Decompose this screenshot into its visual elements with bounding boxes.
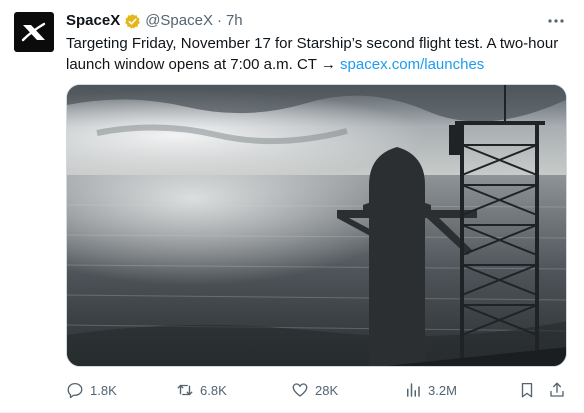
tweet-actions: 1.8K 6.8K 28K 3.2M [66, 376, 566, 404]
like-count: 28K [315, 382, 339, 398]
tweet-media-image[interactable] [66, 84, 567, 367]
views-count: 3.2M [428, 382, 457, 398]
verified-badge-icon [124, 13, 141, 30]
tweet-body: Targeting Friday, November 17 for Starsh… [66, 35, 559, 73]
author-handle[interactable]: @SpaceX [145, 11, 213, 31]
starship-photo [67, 85, 566, 366]
repost-button[interactable]: 6.8K [176, 380, 227, 400]
bookmark-button[interactable] [518, 380, 536, 400]
views-icon [407, 383, 420, 397]
like-button[interactable]: 28K [291, 380, 338, 400]
tweet-link[interactable]: spacex.com/launches [340, 56, 484, 73]
reply-icon [67, 382, 83, 399]
repost-count: 6.8K [200, 382, 227, 398]
reply-button[interactable]: 1.8K [66, 380, 117, 400]
tweet-time[interactable]: 7h [226, 11, 243, 31]
author-name[interactable]: SpaceX [66, 11, 120, 31]
spacex-logo-icon [21, 22, 46, 42]
reply-count: 1.8K [90, 382, 117, 398]
like-icon [292, 383, 308, 397]
bookmark-icon [521, 382, 533, 398]
separator-dot: · [216, 12, 222, 29]
share-icon [550, 382, 564, 397]
more-icon[interactable] [546, 12, 566, 30]
repost-icon [177, 384, 193, 396]
share-button[interactable] [548, 380, 566, 400]
tweet-card[interactable]: SpaceX @SpaceX · 7h Targeting Friday, No… [0, 0, 584, 413]
tweet-header: SpaceX @SpaceX · 7h [66, 11, 243, 31]
avatar[interactable] [14, 12, 54, 52]
views-button[interactable]: 3.2M [404, 380, 457, 400]
tweet-text: Targeting Friday, November 17 for Starsh… [66, 33, 566, 75]
